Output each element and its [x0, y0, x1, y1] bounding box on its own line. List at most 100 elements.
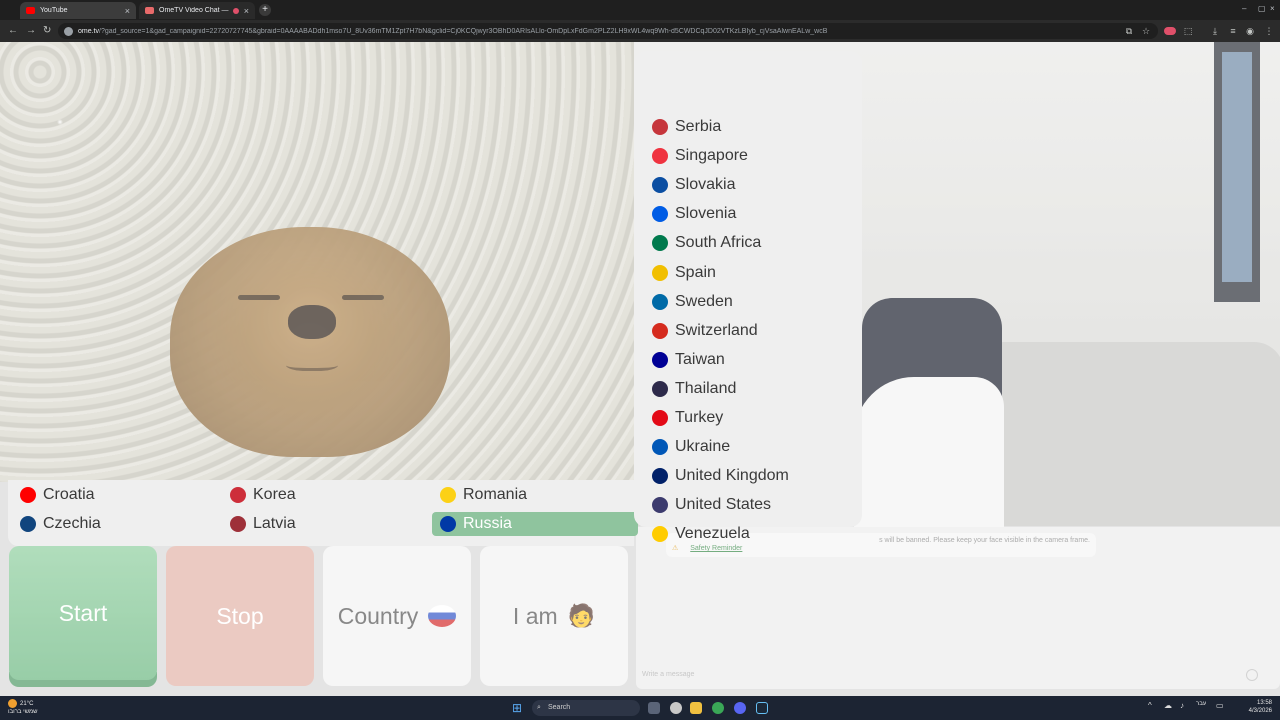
otter-eye	[238, 295, 280, 300]
extension-badge-icon[interactable]	[1164, 27, 1176, 35]
clock[interactable]: 13:58 4/3/2026	[1238, 699, 1272, 715]
country-option[interactable]: Singapore	[644, 144, 852, 168]
flag-icon	[652, 351, 668, 368]
site-info-icon[interactable]	[64, 26, 73, 36]
app-icon[interactable]	[670, 702, 682, 714]
emoji-icon[interactable]	[1246, 669, 1258, 681]
flag-icon	[652, 293, 668, 310]
country-option[interactable]: Russia	[432, 512, 638, 536]
bookmark-star-icon[interactable]: ☆	[1141, 26, 1151, 36]
flag-icon	[652, 439, 668, 456]
close-window-icon[interactable]: ×	[1270, 4, 1275, 13]
windows-start-icon[interactable]: ⊞	[512, 702, 524, 714]
tab-youtube[interactable]: YouTube ×	[20, 2, 136, 19]
minimize-icon[interactable]: –	[1242, 4, 1246, 13]
address-bar[interactable]: ome.tv /?gad_source=1&gad_campaignid=227…	[58, 23, 1158, 39]
country-option[interactable]: Ukraine	[644, 435, 852, 459]
flag-icon	[440, 487, 456, 503]
chrome-icon[interactable]	[712, 702, 724, 714]
safety-reminder-link[interactable]: Safety Reminder	[690, 545, 742, 552]
country-option[interactable]: Latvia	[222, 512, 428, 536]
country-option[interactable]: Croatia	[12, 483, 218, 507]
maximize-icon[interactable]: ▢	[1258, 4, 1266, 13]
country-option-label: Spain	[675, 263, 716, 281]
chat-panel: s will be banned. Please keep your face …	[636, 527, 1280, 689]
tab-youtube-label: YouTube	[40, 7, 68, 14]
new-tab-button[interactable]: +	[259, 4, 271, 16]
tray-chevron-icon[interactable]: ^	[1148, 701, 1152, 710]
country-option[interactable]: Romania	[432, 483, 638, 507]
country-option[interactable]: United Kingdom	[644, 464, 852, 488]
weather-widget[interactable]: 21°C שמשי ברובו	[8, 699, 38, 716]
country-option-label: Czechia	[43, 515, 101, 532]
country-option-label: Latvia	[253, 515, 296, 532]
start-button[interactable]: Start	[9, 546, 157, 680]
country-option[interactable]: Slovenia	[644, 202, 852, 226]
forward-icon[interactable]: →	[26, 25, 36, 36]
local-video	[0, 42, 634, 482]
room-window-glass	[1222, 52, 1252, 282]
country-option[interactable]: Serbia	[644, 115, 852, 139]
url-path: /?gad_source=1&gad_campaignid=2272072774…	[99, 27, 828, 35]
country-label: Country	[337, 602, 419, 629]
download-icon[interactable]: ⤓	[1210, 26, 1220, 36]
close-icon[interactable]: ×	[244, 6, 249, 16]
country-option[interactable]: Taiwan	[644, 348, 852, 372]
media-icon[interactable]: ≡	[1228, 26, 1238, 36]
extensions-icon[interactable]: ⬚	[1183, 26, 1193, 36]
weather-temp: 21°C	[20, 701, 34, 708]
sun-icon	[8, 699, 17, 708]
discord-icon[interactable]	[734, 702, 746, 714]
country-option[interactable]: Thailand	[644, 377, 852, 401]
country-option-label: Russia	[463, 515, 512, 532]
country-option[interactable]: Spain	[644, 261, 852, 285]
install-app-icon[interactable]: ⧉	[1124, 26, 1134, 36]
flag-icon	[652, 148, 668, 165]
flag-icon	[652, 264, 668, 281]
close-icon[interactable]: ×	[125, 6, 130, 16]
remote-person	[854, 377, 1004, 527]
keyboard-language[interactable]: עבר	[1196, 701, 1206, 707]
menu-icon[interactable]: ⋮	[1264, 26, 1274, 36]
country-option[interactable]: South Africa	[644, 231, 852, 255]
iam-label: I am	[512, 602, 558, 629]
flag-icon	[652, 206, 668, 223]
warning-icon: ⚠	[672, 545, 679, 552]
flag-icon	[652, 177, 668, 194]
chat-input[interactable]: Write a message	[642, 667, 1252, 683]
flag-icon	[652, 526, 668, 543]
tab-ometv[interactable]: OmeTV Video Chat — Omegle ×	[139, 2, 255, 19]
reload-icon[interactable]: ↻	[43, 25, 51, 36]
country-option-label: Sweden	[675, 292, 733, 310]
taskbar: 21°C שמשי ברובו ⊞ ⌕ Search ^ ☁ ♪ עבר ▭ 1…	[0, 696, 1280, 720]
otter-nose	[288, 305, 336, 339]
country-option-label: Taiwan	[675, 350, 725, 368]
country-option[interactable]: United States	[644, 493, 852, 517]
network-icon[interactable]: ☁	[1164, 701, 1172, 710]
taskbar-search[interactable]: ⌕ Search	[532, 700, 640, 716]
monitor-icon[interactable]: ▭	[1216, 701, 1224, 710]
volume-icon[interactable]: ♪	[1180, 701, 1184, 710]
flag-icon	[652, 235, 668, 252]
country-option-label: United States	[675, 496, 772, 514]
gender-button[interactable]: I am 🧑	[480, 546, 628, 686]
country-option[interactable]: Sweden	[644, 290, 852, 314]
country-option-label: Korea	[253, 486, 296, 503]
country-button[interactable]: Country	[323, 546, 471, 686]
country-option[interactable]: Venezuela	[644, 522, 852, 546]
task-view-icon[interactable]	[648, 702, 660, 714]
country-option[interactable]: Czechia	[12, 512, 218, 536]
clock-date: 4/3/2026	[1248, 708, 1272, 714]
country-option[interactable]: Korea	[222, 483, 428, 507]
back-icon[interactable]: ←	[8, 25, 18, 36]
country-grid: Croatia Czechia Korea Latvia Romania Russia	[8, 480, 638, 546]
country-option[interactable]: Slovakia	[644, 173, 852, 197]
country-option[interactable]: Turkey	[644, 406, 852, 430]
stop-button[interactable]: Stop	[166, 546, 314, 686]
profile-avatar-icon[interactable]: ◉	[1245, 26, 1255, 36]
steam-icon[interactable]	[756, 702, 768, 714]
file-explorer-icon[interactable]	[690, 702, 702, 714]
weather-desc: שמשי ברובו	[8, 709, 38, 716]
country-option-label: Singapore	[675, 147, 748, 165]
country-option[interactable]: Switzerland	[644, 319, 852, 343]
